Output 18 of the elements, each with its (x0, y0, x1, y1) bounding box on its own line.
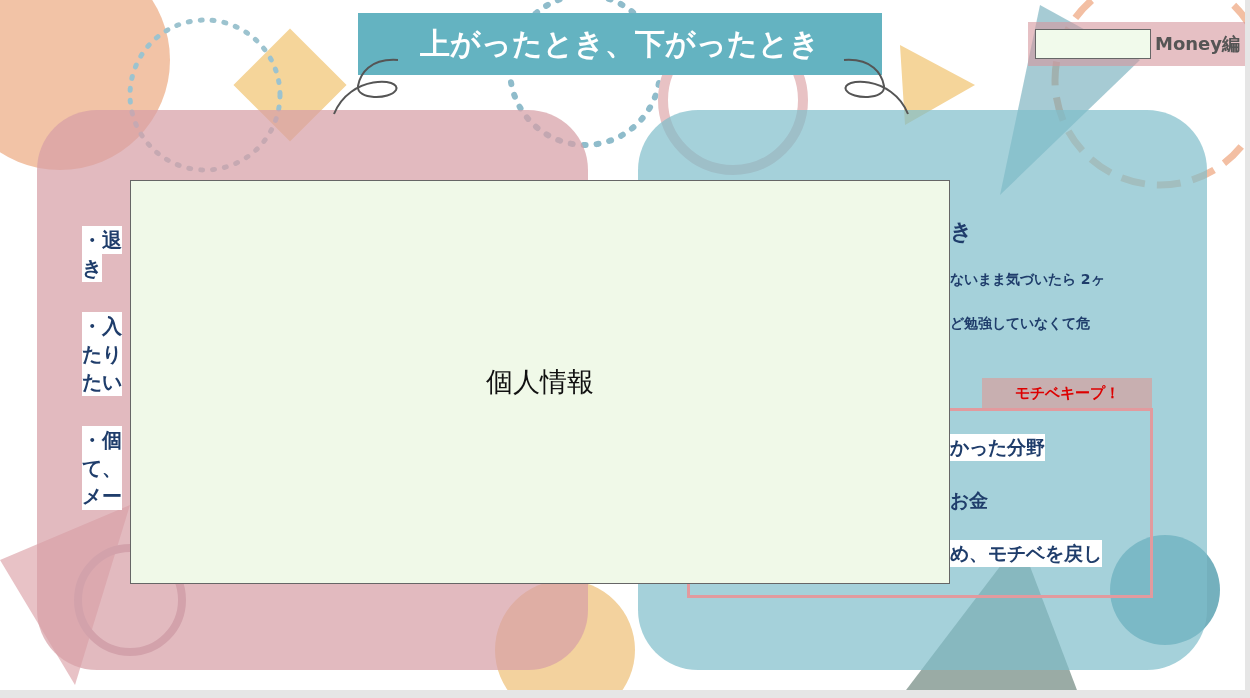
list-item: お金 (950, 488, 988, 513)
body-text: ないまま気づいたら 2ヶ (950, 270, 1105, 289)
slide-title: 上がったとき、下がったとき (358, 13, 882, 75)
redaction-label: 個人情報 (486, 365, 594, 399)
body-text: ど勉強していなくて危 (950, 314, 1090, 333)
bullet-text: ・入 (82, 312, 122, 340)
note-text: かった分野 (950, 434, 1045, 461)
bullet-text: ・個 (82, 426, 122, 454)
section-heading: き (950, 218, 973, 246)
note-text: め、モチベを戻し (950, 540, 1102, 567)
section-tag: Money編 (1155, 32, 1241, 56)
bullet-text: たい (82, 368, 122, 396)
bullet-text: ・退 (82, 226, 122, 254)
bullet-text: て、 (82, 454, 122, 482)
note-label: モチベキープ！ (982, 378, 1152, 408)
bullet-text: たり (82, 340, 122, 368)
bullet-text: き (82, 254, 102, 282)
bullet-text: メー (82, 482, 122, 510)
